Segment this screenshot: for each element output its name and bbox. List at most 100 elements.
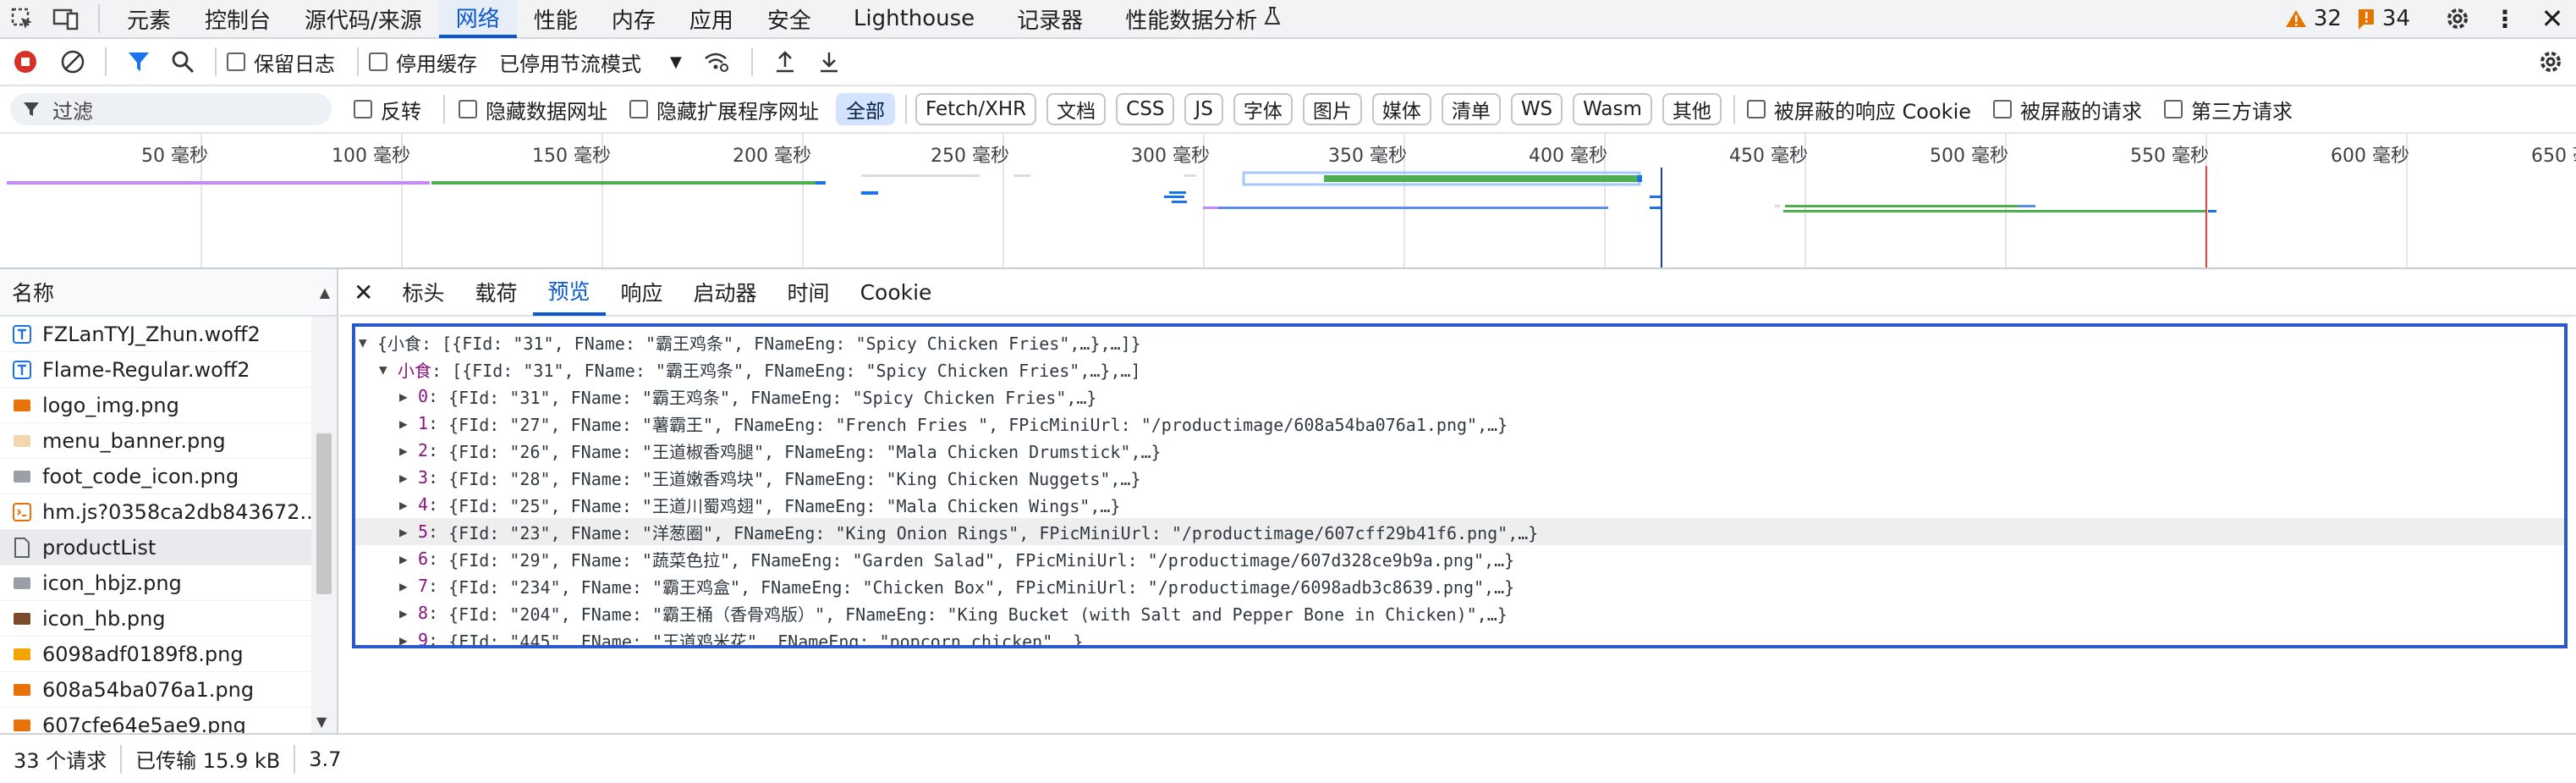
expand-triangle-icon[interactable]: ▶ bbox=[399, 497, 418, 513]
request-row[interactable]: menu_banner.png bbox=[0, 423, 311, 459]
stop-recording-icon[interactable] bbox=[0, 39, 51, 85]
invert-checkbox[interactable]: 反转 bbox=[354, 95, 421, 124]
type-filter-wasm[interactable]: Wasm bbox=[1573, 93, 1652, 125]
tab-timing[interactable]: 时间 bbox=[772, 268, 845, 316]
type-filter-img[interactable]: 图片 bbox=[1302, 93, 1362, 125]
checkbox-box[interactable] bbox=[459, 100, 477, 119]
json-preview-tree[interactable]: ▼ {小食: [{FId: "31", FName: "霸王鸡条", FName… bbox=[352, 323, 2568, 648]
request-row[interactable]: productList bbox=[0, 530, 311, 565]
checkbox-box[interactable] bbox=[629, 100, 648, 119]
json-array-item[interactable]: ▶ 7: {FId: "234", FName: "霸王鸡盒", FNameEng… bbox=[355, 572, 2564, 599]
type-filter-font[interactable]: 字体 bbox=[1233, 93, 1293, 125]
type-filter-other[interactable]: 其他 bbox=[1661, 93, 1722, 125]
json-array-item[interactable]: ▶ 2: {FId: "26", FName: "王道椒香鸡腿", FNameEn… bbox=[355, 437, 2564, 464]
expand-triangle-icon[interactable]: ▶ bbox=[399, 524, 418, 540]
preserve-log-checkbox[interactable]: 保留日志 bbox=[227, 47, 335, 77]
tab-performance[interactable]: 性能 bbox=[517, 0, 595, 38]
checkbox-box[interactable] bbox=[1746, 100, 1766, 119]
request-list-scrollbar[interactable]: ▼ bbox=[311, 317, 337, 733]
type-filter-media[interactable]: 媒体 bbox=[1371, 93, 1431, 125]
type-filter-doc[interactable]: 文档 bbox=[1046, 93, 1107, 125]
json-child-node[interactable]: ▼ 小食 : [{FId: "31", FName: "霸王鸡条", FName… bbox=[355, 356, 2564, 383]
tab-response[interactable]: 响应 bbox=[606, 268, 678, 316]
request-row[interactable]: hm.js?0358ca2db843672... bbox=[0, 494, 311, 530]
request-row[interactable]: 608a54ba076a1.png bbox=[0, 672, 311, 708]
expand-triangle-icon[interactable]: ▶ bbox=[399, 578, 418, 594]
warning-icon[interactable] bbox=[2285, 8, 2307, 29]
device-toolbar-icon[interactable] bbox=[44, 0, 88, 37]
disable-cache-checkbox[interactable]: 停用缓存 bbox=[369, 47, 477, 77]
expand-triangle-icon[interactable]: ▼ bbox=[359, 334, 377, 350]
json-array-item[interactable]: ▶ 0: {FId: "31", FName: "霸王鸡条", FNameEng:… bbox=[355, 383, 2564, 410]
request-row[interactable]: icon_hbjz.png bbox=[0, 565, 311, 601]
tab-security[interactable]: 安全 bbox=[750, 0, 828, 38]
request-row[interactable]: foot_code_icon.png bbox=[0, 459, 311, 494]
json-array-item[interactable]: ▶ 3: {FId: "28", FName: "王道嫩香鸡块", FNameEn… bbox=[355, 464, 2564, 491]
checkbox-box[interactable] bbox=[2164, 100, 2183, 119]
tab-lighthouse[interactable]: Lighthouse bbox=[828, 0, 1000, 38]
inspect-element-icon[interactable] bbox=[0, 0, 44, 37]
expand-triangle-icon[interactable]: ▼ bbox=[379, 361, 398, 378]
tab-payload[interactable]: 载荷 bbox=[459, 268, 532, 316]
expand-triangle-icon[interactable]: ▶ bbox=[399, 416, 418, 432]
tab-recorder[interactable]: 记录器 bbox=[1000, 0, 1100, 38]
close-devtools-icon[interactable]: ✕ bbox=[2529, 0, 2576, 37]
expand-triangle-icon[interactable]: ▶ bbox=[399, 632, 418, 646]
checkbox-box[interactable] bbox=[369, 52, 387, 71]
request-row[interactable]: 607cfe64e5ae9.png bbox=[0, 708, 311, 733]
third-party-checkbox[interactable]: 第三方请求 bbox=[2164, 95, 2293, 124]
blocked-cookies-checkbox[interactable]: 被屏蔽的响应 Cookie bbox=[1746, 95, 1971, 124]
filter-input[interactable]: 过滤 bbox=[10, 93, 332, 125]
json-array-item[interactable]: ▶ 1: {FId: "27", FName: "薯霸王", FNameEng: … bbox=[355, 410, 2564, 437]
export-har-icon[interactable] bbox=[807, 39, 851, 85]
checkbox-box[interactable] bbox=[1993, 100, 2013, 119]
checkbox-box[interactable] bbox=[354, 100, 372, 119]
tab-console[interactable]: 控制台 bbox=[188, 0, 288, 38]
expand-triangle-icon[interactable]: ▶ bbox=[399, 551, 418, 567]
hide-data-urls-checkbox[interactable]: 隐藏数据网址 bbox=[459, 95, 607, 124]
close-detail-icon[interactable]: ✕ bbox=[340, 268, 387, 316]
settings-gear-icon[interactable] bbox=[2434, 0, 2481, 37]
request-row[interactable]: FZLanTYJ_Zhun.woff2 bbox=[0, 317, 311, 352]
tab-preview[interactable]: 预览 bbox=[532, 268, 606, 316]
expand-triangle-icon[interactable]: ▶ bbox=[399, 470, 418, 486]
expand-triangle-icon[interactable]: ▶ bbox=[399, 443, 418, 459]
request-row[interactable]: icon_hb.png bbox=[0, 601, 311, 637]
type-filter-ws[interactable]: WS bbox=[1510, 93, 1563, 125]
type-filter-manifest[interactable]: 清单 bbox=[1441, 93, 1501, 125]
scrollbar-thumb[interactable] bbox=[316, 433, 332, 594]
network-conditions-icon[interactable] bbox=[690, 39, 741, 85]
tab-sources[interactable]: 源代码/来源 bbox=[288, 0, 439, 38]
hide-extension-urls-checkbox[interactable]: 隐藏扩展程序网址 bbox=[629, 95, 819, 124]
tab-initiator[interactable]: 启动器 bbox=[678, 268, 772, 316]
blocked-requests-checkbox[interactable]: 被屏蔽的请求 bbox=[1993, 95, 2142, 124]
checkbox-box[interactable] bbox=[227, 52, 245, 71]
type-filter-all[interactable]: 全部 bbox=[836, 93, 895, 125]
tab-application[interactable]: 应用 bbox=[673, 0, 750, 38]
json-root-node[interactable]: ▼ {小食: [{FId: "31", FName: "霸王鸡条", FName… bbox=[355, 328, 2564, 356]
type-filter-js[interactable]: JS bbox=[1184, 93, 1223, 125]
scroll-down-arrow-icon[interactable]: ▼ bbox=[316, 714, 327, 730]
warning-count[interactable]: 32 bbox=[2314, 6, 2342, 31]
expand-triangle-icon[interactable]: ▶ bbox=[399, 389, 418, 405]
tab-elements[interactable]: 元素 bbox=[110, 0, 188, 38]
json-array-item[interactable]: ▶ 6: {FId: "29", FName: "蔬菜色拉", FNameEng:… bbox=[355, 545, 2564, 572]
throttling-select[interactable]: 已停用节流模式 ▼ bbox=[499, 47, 682, 77]
network-settings-gear-icon[interactable] bbox=[2525, 39, 2576, 85]
tab-cookies[interactable]: Cookie bbox=[845, 268, 947, 316]
request-row[interactable]: 6098adf0189f8.png bbox=[0, 637, 311, 672]
scroll-up-arrow-icon[interactable]: ▲ bbox=[320, 284, 330, 301]
import-har-icon[interactable] bbox=[763, 39, 807, 85]
search-icon[interactable] bbox=[161, 39, 205, 85]
issues-count[interactable]: 34 bbox=[2382, 6, 2410, 31]
type-filter-fetch-xhr[interactable]: Fetch/XHR bbox=[915, 93, 1037, 125]
filter-icon[interactable] bbox=[117, 39, 161, 85]
json-array-item[interactable]: ▶ 5: {FId: "23", FName: "洋葱圈", FNameEng: … bbox=[355, 518, 2564, 545]
tab-network[interactable]: 网络 bbox=[438, 0, 517, 38]
type-filter-css[interactable]: CSS bbox=[1116, 93, 1175, 125]
tab-performance-insights[interactable]: 性能数据分析 bbox=[1100, 0, 1306, 38]
json-array-item[interactable]: ▶ 8: {FId: "204", FName: "霸王桶（香骨鸡版）", FNa… bbox=[355, 599, 2564, 626]
expand-triangle-icon[interactable]: ▶ bbox=[399, 605, 418, 621]
more-options-icon[interactable]: ⋮ bbox=[2481, 0, 2529, 37]
clear-icon[interactable] bbox=[51, 39, 95, 85]
